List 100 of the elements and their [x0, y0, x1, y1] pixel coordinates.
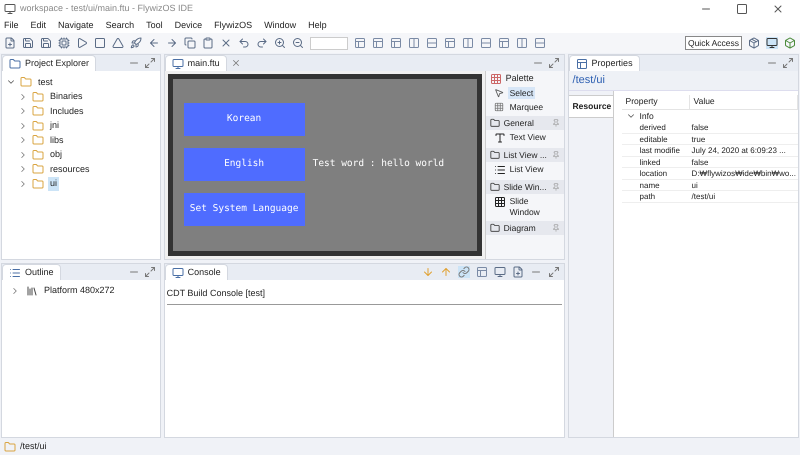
new-console-icon[interactable]: [512, 266, 524, 278]
layout-icon[interactable]: [372, 37, 384, 49]
preview-button[interactable]: Korean: [184, 103, 305, 136]
close-icon[interactable]: [772, 3, 784, 15]
property-value: /test/ui: [690, 191, 716, 203]
palette-item[interactable]: Text View: [510, 132, 550, 143]
undo-icon[interactable]: [238, 37, 250, 49]
palette-tool[interactable]: Select: [508, 86, 536, 100]
layout-icon[interactable]: [498, 37, 510, 49]
folder-icon: [4, 440, 16, 452]
link-icon[interactable]: [458, 266, 470, 278]
column-header[interactable]: Value: [690, 95, 798, 109]
delete-icon[interactable]: [220, 37, 232, 49]
folder-icon: [32, 90, 44, 103]
app-icon: [4, 3, 16, 15]
zoom-out-icon[interactable]: [292, 37, 304, 49]
folder-icon: [32, 178, 44, 190]
palette-tool[interactable]: Marquee: [508, 100, 546, 114]
pin-icon[interactable]: [552, 119, 560, 127]
tree-item[interactable]: test: [36, 76, 55, 89]
rows-icon[interactable]: [534, 37, 546, 49]
palette-item[interactable]: List View: [510, 164, 550, 175]
pin-icon[interactable]: [552, 183, 560, 191]
zoom-field[interactable]: [310, 36, 348, 50]
property-name: location: [638, 168, 668, 180]
save-icon[interactable]: [22, 37, 34, 49]
drawer-icon: [490, 118, 500, 128]
menu-item[interactable]: File: [4, 18, 19, 32]
text-icon: [494, 132, 506, 144]
grid-icon: [494, 196, 506, 208]
redo-icon[interactable]: [256, 37, 268, 49]
outline-item[interactable]: Platform 480x272: [44, 284, 115, 298]
maximize-icon[interactable]: [548, 266, 560, 278]
copy-icon[interactable]: [184, 37, 196, 49]
zoom-in-icon[interactable]: [274, 37, 286, 49]
property-name: path: [638, 191, 656, 203]
drawer-icon: [490, 223, 500, 234]
layout-icon[interactable]: [476, 266, 488, 278]
menu-item[interactable]: Tool: [146, 18, 163, 32]
rows-icon[interactable]: [480, 37, 492, 49]
tree-item[interactable]: Binaries: [48, 90, 85, 104]
run-icon[interactable]: [76, 37, 88, 49]
resource-tab[interactable]: Resource: [568, 95, 613, 118]
pointer-icon: [494, 88, 504, 98]
layout-icon[interactable]: [354, 37, 366, 49]
property-value: false: [690, 122, 710, 134]
property-name: linked: [638, 156, 662, 168]
property-value: D:₩flywizos₩ide₩bin₩wo...: [690, 168, 797, 180]
maximize-icon[interactable]: [736, 3, 748, 15]
layout-icon[interactable]: [390, 37, 402, 49]
pin-icon[interactable]: [552, 151, 560, 159]
property-group[interactable]: Info: [640, 110, 654, 122]
menu-item[interactable]: Device: [174, 18, 202, 32]
property-name: derived: [638, 122, 667, 134]
preview-button[interactable]: English: [184, 148, 305, 181]
back-icon[interactable]: [148, 37, 160, 49]
tree-item[interactable]: ui: [48, 177, 60, 190]
console-icon[interactable]: [494, 266, 506, 278]
palette-title: Palette: [506, 72, 534, 85]
tree-item[interactable]: Includes: [48, 104, 86, 118]
folder-icon: [32, 120, 44, 132]
preview-text: Test word : hello world: [312, 157, 444, 172]
menu-item[interactable]: Navigate: [58, 18, 94, 32]
property-value: July 24, 2020 at 6:09:23 ...: [690, 145, 787, 157]
menu-item[interactable]: Help: [308, 18, 327, 32]
forward-icon[interactable]: [166, 37, 178, 49]
tree-item[interactable]: resources: [48, 162, 92, 176]
quick-access-field[interactable]: Quick Access: [684, 36, 742, 50]
property-value: ui: [690, 180, 699, 192]
menu-item[interactable]: FlywizOS: [214, 18, 252, 32]
paste-icon[interactable]: [202, 37, 214, 49]
window-title: workspace - test/ui/main.ftu - FlywizOS IDE: [20, 2, 194, 16]
tree-item[interactable]: jni: [48, 119, 62, 132]
console-header: CDT Build Console [test]: [166, 288, 265, 298]
tree-item[interactable]: obj: [48, 148, 64, 162]
rows-icon[interactable]: [426, 37, 438, 49]
marquee-icon: [494, 102, 504, 112]
preview-button[interactable]: Set System Language: [184, 193, 305, 226]
maximize-icon[interactable]: [782, 57, 794, 69]
columns-icon[interactable]: [516, 37, 528, 49]
save-icon[interactable]: [40, 37, 52, 49]
new-file-icon[interactable]: [4, 37, 16, 49]
maximize-icon[interactable]: [144, 266, 156, 278]
build-icon[interactable]: [58, 37, 70, 49]
columns-icon[interactable]: [408, 37, 420, 49]
folder-icon: [32, 134, 44, 146]
pin-icon[interactable]: [552, 224, 560, 232]
menu-item[interactable]: Window: [264, 18, 296, 32]
close-icon[interactable]: [230, 58, 241, 68]
maximize-icon[interactable]: [144, 57, 156, 69]
drawer-icon: [490, 182, 500, 192]
palette-item[interactable]: Slide Window: [510, 196, 550, 218]
tree-item[interactable]: libs: [48, 134, 66, 147]
rocket-icon[interactable]: [130, 37, 142, 49]
layout-icon[interactable]: [444, 37, 456, 49]
columns-icon[interactable]: [462, 37, 474, 49]
menu-item[interactable]: Search: [106, 18, 134, 32]
column-header[interactable]: Property: [622, 95, 690, 109]
maximize-icon[interactable]: [548, 57, 560, 69]
menu-item[interactable]: Edit: [30, 18, 46, 32]
